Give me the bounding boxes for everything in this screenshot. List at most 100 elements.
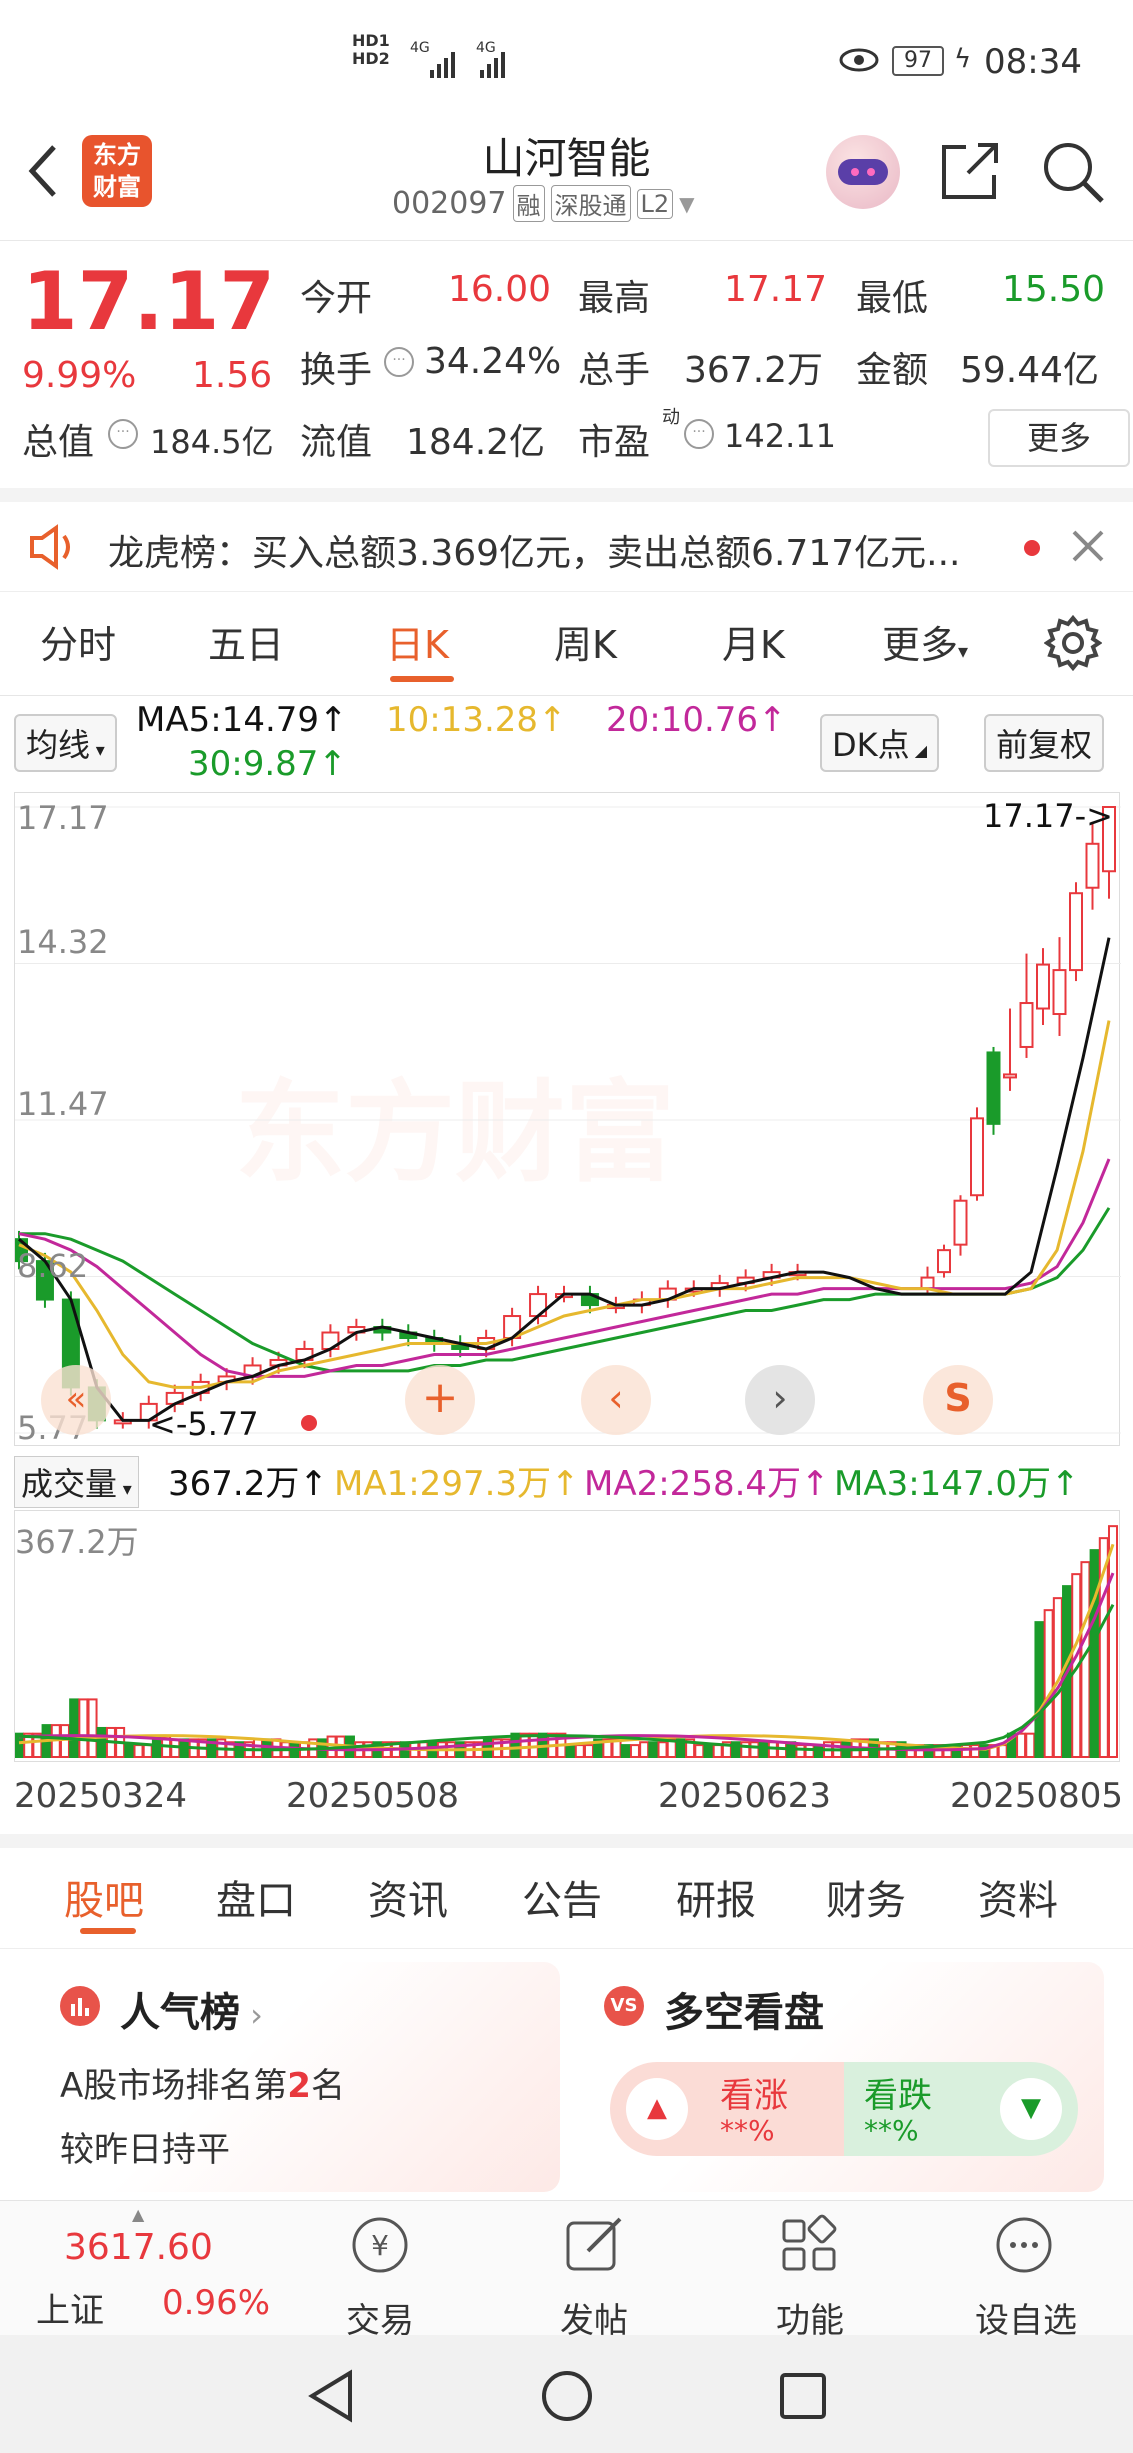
share-icon[interactable] [938,139,1002,207]
volume-bar [1108,1525,1118,1759]
prev-icon[interactable]: ‹ [581,1365,651,1435]
volume-bar [583,1744,594,1759]
volume-bar [253,1738,264,1758]
volume-bar [1043,1609,1054,1758]
info-icon[interactable]: ··· [684,419,714,449]
divider [0,1834,1133,1848]
signal-s-icon[interactable]: S [923,1365,993,1435]
tab-research[interactable]: 研报 [676,1868,756,1926]
caret-up-icon[interactable]: ▲ [132,2205,144,2224]
candle [986,1051,1001,1125]
tab-profile[interactable]: 资料 [978,1868,1058,1926]
next-icon[interactable]: › [745,1365,815,1435]
volume-bar [960,1744,971,1759]
volume-bar [657,1741,668,1759]
float-label: 流值 [300,422,373,463]
price-chart[interactable]: 东方财富 17.17 14.32 11.47 8.62 5.77 17.17->… [14,792,1121,1447]
home-circle-icon[interactable] [540,2369,594,2427]
adjust-button[interactable]: 前复权 [984,714,1105,772]
trade-icon[interactable]: ¥ [348,2213,412,2281]
min-price-label: <-5.77 [149,1405,259,1443]
volume-legend: 成交量 ▾ 367.2万↑ MA1:297.3万↑ MA2:258.4万↑ MA… [0,1450,1133,1508]
status-bar: HD1 HD2 4G 4G 97 ϟ 08:34 [0,0,1133,125]
tag-shenzhen-connect: 深股通 [550,185,631,222]
dk-point-button[interactable]: DK点 ◢ [820,714,940,772]
rewind-icon[interactable]: « [41,1365,111,1435]
close-icon[interactable] [1066,524,1110,572]
system-nav-bar [0,2335,1133,2453]
low-value: 15.50 [1002,269,1106,310]
stock-code-row: 002097 融 深股通 L2 ▼ [392,185,695,222]
crosshair-icon[interactable]: + [405,1365,475,1435]
price-tick: 11.47 [17,1085,109,1123]
back-triangle-icon[interactable] [306,2369,356,2427]
tab-finance[interactable]: 财务 [826,1868,906,1926]
unread-dot [1024,540,1040,556]
bearish-button[interactable]: 看跌 **% ▼ [844,2062,1078,2156]
ma-selector[interactable]: 均线 ▾ [14,714,117,772]
price-tick: 8.62 [17,1247,89,1285]
chevron-down-icon[interactable]: ▼ [679,192,694,216]
function-icon[interactable] [778,2213,842,2281]
volume-bar [758,1741,769,1759]
ma30-label: 30:9.87↑ [188,744,347,784]
volume-selector[interactable]: 成交量 ▾ [14,1456,139,1508]
volume-axis-max: 367.2万 [15,1523,139,1561]
tab-pankou[interactable]: 盘口 [216,1868,296,1926]
volume-bar [133,1744,144,1759]
ai-assistant-icon[interactable] [826,135,900,209]
volume-bar [1034,1621,1045,1758]
bearish-value: **% [864,2114,919,2147]
tab-notice[interactable]: 公告 [522,1868,602,1926]
tab-more[interactable]: 更多▾ [882,614,968,669]
net1-label: 4G [410,40,430,56]
index-value[interactable]: 3617.60 [64,2227,213,2268]
volume-bar [565,1744,576,1759]
tag-margin: 融 [512,185,545,222]
gear-icon[interactable] [1043,614,1103,676]
tab-intraday[interactable]: 分时 [40,614,116,669]
turnover-value: 34.24% [424,341,562,382]
volume-bar [1089,1549,1100,1758]
date-tick: 20250805 [950,1776,1124,1816]
more-button[interactable]: 更多 [988,409,1130,467]
volume-chart[interactable]: 367.2万 [14,1510,1120,1762]
info-icon[interactable]: ··· [384,347,414,377]
recents-square-icon[interactable] [778,2371,828,2425]
tab-guba[interactable]: 股吧 [64,1868,144,1926]
bullish-button[interactable]: ▲ 看涨 **% [610,2062,844,2156]
charging-icon: ϟ [954,44,972,74]
volume-bar [740,1741,751,1759]
index-name[interactable]: 上证 [36,2283,104,2332]
post-icon[interactable] [562,2213,626,2281]
popularity-card[interactable]: 人气榜 › A股市场排名第2名 较昨日持平 [36,1962,560,2192]
bull-bear-card[interactable]: VS 多空看盘 ▲ 看涨 **% 看跌 **% ▼ [580,1962,1104,2192]
ma10-line [18,1020,1111,1389]
tab-weekly-k[interactable]: 周K [554,614,617,669]
search-icon[interactable] [1040,139,1106,209]
volume-bar [749,1741,760,1759]
pe-label: 市盈 [578,422,651,463]
volume-bar [78,1698,89,1759]
volume-bar [639,1741,650,1759]
active-tab-indicator [80,1928,136,1934]
ma20-label: 20:10.76↑ [606,700,787,740]
tab-daily-k[interactable]: 日K [386,614,449,669]
tab-news[interactable]: 资讯 [368,1868,448,1926]
index-change[interactable]: 0.96% [162,2283,270,2323]
clock: 08:34 [984,42,1082,82]
date-axis: 20250324 20250508 20250623 20250805 [0,1772,1133,1828]
volume-bar [712,1744,723,1759]
info-icon[interactable]: ··· [108,419,138,449]
mktcap-label: 总值 [22,422,95,463]
candle [1052,969,1067,1016]
low-label: 最低 [856,278,929,319]
tab-monthly-k[interactable]: 月K [722,614,785,669]
dragon-tiger-banner[interactable]: 龙虎榜：买入总额3.369亿元，卖出总额6.717亿元... [0,488,1133,592]
tab-five-day[interactable]: 五日 [208,614,284,669]
mktcap-value: 184.5亿 [150,423,274,461]
more-dots-icon[interactable] [992,2213,1056,2281]
volume-bar [694,1744,705,1759]
amount-label: 金额 [856,350,929,391]
volume-bar [69,1698,80,1759]
